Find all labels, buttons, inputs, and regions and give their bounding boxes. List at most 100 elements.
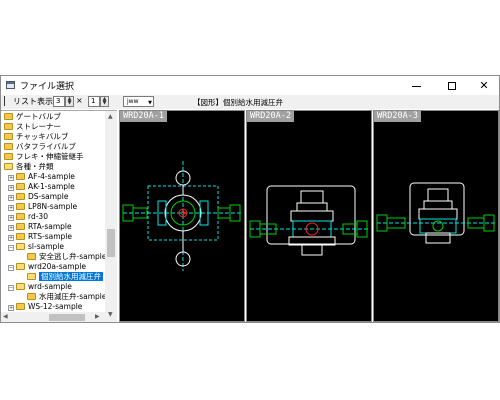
tree-item[interactable]: チャッキバルブ — [4, 132, 68, 142]
tree-item-label: wrd20a-sample — [28, 262, 86, 271]
folder-icon — [16, 183, 25, 190]
open-folder-icon — [27, 273, 36, 280]
expand-icon[interactable]: + — [8, 195, 14, 201]
columns-spinner[interactable]: ▲ ▼ — [65, 96, 74, 107]
app-icon — [6, 81, 15, 89]
collapse-icon[interactable]: − — [8, 285, 14, 291]
folder-icon — [4, 123, 13, 130]
expand-icon[interactable]: + — [8, 205, 14, 211]
folder-tree[interactable]: ゲートバルブ ストレーナー チャッキバルブ バタフライバルブ フレキ・伸縮管継手… — [1, 110, 117, 322]
tree-item-label: ストレーナー — [16, 122, 61, 131]
times-sign: × — [76, 96, 83, 105]
chevron-down-icon: ▼ — [148, 100, 152, 106]
list-view-toggle[interactable] — [4, 96, 11, 106]
folder-icon — [27, 253, 36, 260]
current-folder-title: 【図形】個別給水用減圧弁 — [193, 98, 283, 107]
tree-item-selected[interactable]: 個別給水用減圧弁 — [27, 272, 103, 282]
tree-item[interactable]: + AK-1-sample — [8, 182, 75, 192]
rows-spinner[interactable]: ▲ ▼ — [100, 96, 109, 107]
minimize-button[interactable] — [401, 76, 431, 95]
open-folder-icon — [16, 243, 25, 250]
collapse-icon[interactable]: − — [8, 265, 14, 271]
open-folder-icon — [16, 283, 25, 290]
folder-icon — [16, 223, 25, 230]
folder-icon — [16, 213, 25, 220]
tree-item-label: 水用減圧弁-sample — [39, 292, 107, 301]
folder-icon — [4, 153, 13, 160]
folder-icon — [4, 143, 13, 150]
tree-item-label: wrd-sample — [28, 282, 72, 291]
expand-icon[interactable]: + — [8, 225, 14, 231]
folder-icon — [16, 233, 25, 240]
tree-item[interactable]: + RTS-sample — [8, 232, 72, 242]
scroll-thumb[interactable] — [107, 229, 115, 257]
scroll-left-icon[interactable]: ◀ — [3, 313, 8, 320]
tree-item-label: LP8N-sample — [28, 202, 78, 211]
maximize-button[interactable] — [437, 76, 467, 95]
tree-item[interactable]: − sl-sample — [8, 242, 64, 252]
expand-icon[interactable]: + — [8, 185, 14, 191]
valve-side-view-drawing — [376, 182, 496, 244]
drawing-label: WRD20A-1 — [120, 111, 167, 122]
tree-item[interactable]: + WS-12-sample — [8, 302, 82, 312]
folder-icon — [16, 303, 25, 310]
tree-item-label: WS-12-sample — [28, 302, 83, 311]
open-folder-icon — [4, 163, 13, 170]
tree-item[interactable]: − wrd20a-sample — [8, 262, 86, 272]
tree-item-label: ゲートバルブ — [16, 112, 61, 121]
columns-input[interactable]: 3 — [53, 96, 65, 107]
collapse-icon[interactable]: − — [8, 245, 14, 251]
tree-item[interactable]: 水用減圧弁-sample — [27, 292, 106, 302]
tree-item[interactable]: 各種・弁類 — [4, 162, 54, 172]
tree-item[interactable]: − wrd-sample — [8, 282, 72, 292]
tree-item[interactable]: フレキ・伸縮管継手 — [4, 152, 84, 162]
tree-item[interactable]: + AF-4-sample — [8, 172, 75, 182]
tree-item[interactable]: バタフライバルブ — [4, 142, 76, 152]
tree-item[interactable]: ゲートバルブ — [4, 112, 61, 122]
drawing-label: WRD20A-3 — [374, 111, 421, 122]
tree-item[interactable]: + RTA-sample — [8, 222, 72, 232]
expand-icon[interactable]: + — [8, 215, 14, 221]
tree-item-label: チャッキバルブ — [16, 132, 69, 141]
scroll-up-icon[interactable]: ▲ — [108, 113, 113, 120]
scroll-right-icon[interactable]: ▶ — [95, 313, 100, 320]
rows-input[interactable]: 1 — [88, 96, 100, 107]
drawing-preview-2[interactable]: WRD20A-2 — [246, 110, 372, 322]
tree-item[interactable]: 安全逃し弁-sample — [27, 252, 106, 262]
expand-icon[interactable]: + — [8, 175, 14, 181]
file-format-value: jww — [127, 98, 139, 105]
folder-icon — [16, 203, 25, 210]
tree-vertical-scrollbar[interactable]: ▲ ▼ — [105, 111, 117, 322]
expand-icon[interactable]: + — [8, 235, 14, 241]
tree-item[interactable]: + LP8N-sample — [8, 202, 77, 212]
tree-item[interactable]: + rd-30 — [8, 212, 48, 222]
drawing-label: WRD20A-2 — [247, 111, 294, 122]
window-title: ファイル選択 — [20, 82, 75, 92]
tree-item-label: sl-sample — [28, 242, 64, 251]
drawing-preview-1[interactable]: WRD20A-1 — [119, 110, 245, 322]
close-button[interactable]: ✕ — [469, 76, 499, 95]
folder-icon — [16, 193, 25, 200]
tree-horizontal-scrollbar[interactable]: ◀ ▶ — [1, 312, 105, 322]
title-bar: ファイル選択 ✕ — [1, 76, 499, 95]
expand-icon[interactable]: + — [8, 305, 14, 311]
valve-top-view-drawing — [122, 161, 242, 271]
list-view-label[interactable]: リスト表示 — [13, 96, 53, 107]
valve-front-view-drawing — [249, 185, 369, 256]
close-icon: ✕ — [479, 79, 489, 92]
tree-item-label: AF-4-sample — [28, 172, 75, 181]
scroll-thumb[interactable] — [49, 314, 85, 321]
scroll-down-icon[interactable]: ▼ — [108, 311, 113, 318]
tree-item-label: AK-1-sample — [28, 182, 75, 191]
drawing-preview-3[interactable]: WRD20A-3 — [373, 110, 499, 322]
folder-icon — [27, 293, 36, 300]
tree-item-label: バタフライバルブ — [16, 142, 76, 151]
tree-item-label: DS-sample — [28, 192, 69, 201]
folder-icon — [16, 173, 25, 180]
tree-item[interactable]: ストレーナー — [4, 122, 61, 132]
tree-item-label: フレキ・伸縮管継手 — [16, 152, 84, 161]
tree-item-label: RTA-sample — [28, 222, 72, 231]
tree-item[interactable]: + DS-sample — [8, 192, 69, 202]
maximize-icon — [448, 82, 456, 90]
file-format-select[interactable]: jww ▼ — [123, 96, 154, 107]
